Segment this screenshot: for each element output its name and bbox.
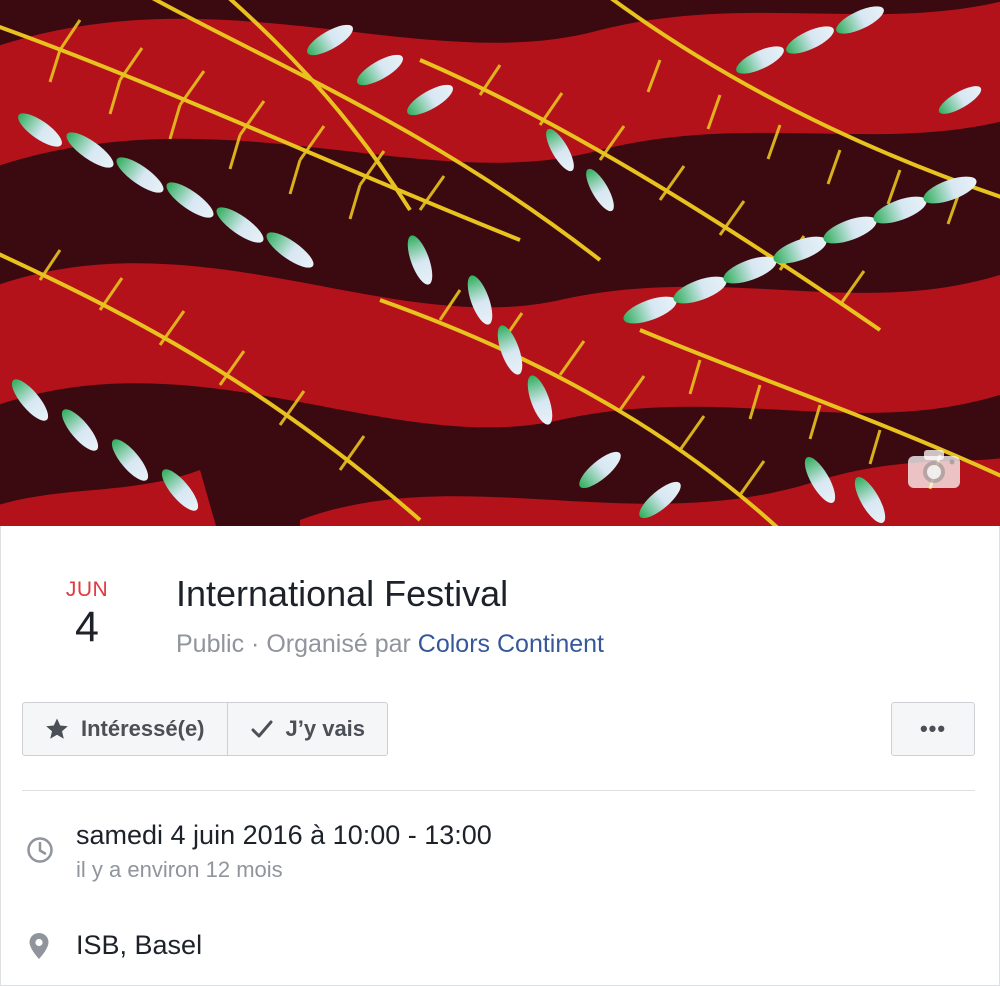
divider [22,790,975,791]
check-icon [250,717,274,741]
organizer-link[interactable]: Colors Continent [418,630,604,658]
separator: · [244,630,267,658]
cover-pattern [0,0,1000,526]
event-datetime: samedi 4 juin 2016 à 10:00 - 13:00 [76,820,492,850]
cover-photo [0,0,1000,526]
clock-icon [26,836,54,869]
more-options-label: ••• [919,716,947,741]
interested-button[interactable]: Intéressé(e) [23,703,227,755]
rsvp-button-group: Intéressé(e) J’y vais [22,702,389,756]
event-month: JUN [65,578,109,601]
interested-label: Intéressé(e) [81,716,205,741]
going-label: J’y vais [285,716,366,741]
star-icon [45,717,69,741]
event-title: International Festival [176,573,509,614]
going-button[interactable]: J’y vais [226,703,388,755]
event-location[interactable]: ISB, Basel [76,928,202,962]
event-subtitle: Public · Organisé par Colors Continent [176,628,604,660]
event-day: 4 [75,603,99,651]
event-date-badge: JUN 4 [50,578,124,652]
camera-icon[interactable] [906,448,962,490]
privacy-label: Public [176,630,245,658]
organized-by-label: Organisé par [266,630,411,658]
more-options-button[interactable]: ••• [891,702,975,756]
location-pin-icon [28,932,50,965]
event-relative-time: il y a environ 12 mois [76,857,283,882]
